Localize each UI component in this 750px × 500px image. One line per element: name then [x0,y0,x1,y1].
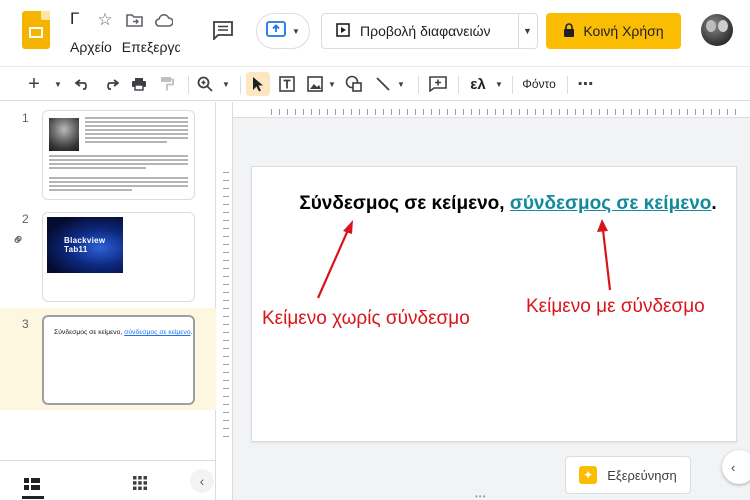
cloud-status-icon[interactable] [154,10,174,30]
menu-bar: Αρχείο Επεξεργασία [70,39,180,55]
chevron-left-icon: ‹ [199,473,205,489]
thumbnail-text-link: σύνδεσμος σε κείμενο [124,329,191,336]
toolbar-divider [458,76,459,94]
thumbnail-text-plain: Σύνδεσμος σε κείμενο, [54,329,125,336]
thumbnail-caption: Blackview Tab11 [64,236,106,254]
avatar[interactable] [701,14,733,46]
chevron-down-icon[interactable]: ▼ [396,72,406,96]
thumbnail-text-block [49,177,188,193]
header: Γ ☆ Αρχείο Επεξεργασία ▼ Προβολή διαφανε… [0,0,750,64]
undo-icon[interactable] [73,72,93,96]
slide-thumbnail-selected[interactable]: Σύνδεσμος σε κείμενο, σύνδεσμος σε κείμε… [42,315,195,405]
thumbnail-text-end: . [190,329,193,336]
zoom-icon[interactable] [195,72,215,96]
chevron-down-icon[interactable]: ▼ [53,72,63,96]
chevron-down-icon[interactable]: ▼ [494,72,504,96]
thumbnail-text: Σύνδεσμος σε κείμενο, σύνδεσμος σε κείμε… [54,329,192,336]
active-view-indicator [22,496,44,499]
toolbar-divider [240,76,241,94]
collapse-panel-button[interactable]: ‹ [190,469,214,493]
toolbar-divider [418,76,419,94]
star-icon[interactable]: ☆ [95,10,115,30]
lock-icon [563,22,575,40]
redo-icon[interactable] [101,72,121,96]
filmstrip-slide-1[interactable]: 1 [0,102,216,202]
slideshow-button[interactable]: Προβολή διαφανειών [321,13,519,49]
thumbnail-text-block [49,155,188,171]
more-icon[interactable]: ⋯ [574,72,598,96]
present-icon [266,20,286,42]
menu-file[interactable]: Αρχείο [70,39,112,55]
print-icon[interactable] [129,72,149,96]
explore-label: Εξερεύνηση [607,467,677,483]
plus-icon[interactable]: + [26,72,42,96]
filmstrip-slide-2[interactable]: 2 Blackview Tab11 [0,202,216,306]
chevron-down-icon[interactable]: ▼ [327,72,337,96]
text-box-icon[interactable] [277,72,297,96]
slideshow-label: Προβολή διαφανειών [360,23,491,39]
editor-canvas: Σύνδεσμος σε κείμενο, σύνδεσμος σε κείμε… [217,102,750,500]
arrow-left [316,229,350,299]
arrowhead-right [597,219,608,232]
slide-thumbnail[interactable] [42,110,195,200]
background-button[interactable]: Φόντο [518,72,560,96]
side-panel-toggle[interactable]: ‹ [722,450,750,484]
play-icon [336,22,350,40]
paint-format-icon[interactable] [157,72,177,96]
horizontal-ruler [233,102,750,118]
chevron-down-icon: ▼ [292,26,300,36]
filmstrip-panel: 1 2 Blackview Tab11 ⚭ 3 Σύνδεσμος σε κεί… [0,102,216,500]
chevron-down-icon[interactable]: ▼ [221,72,231,96]
chevron-left-icon: ‹ [731,459,736,475]
slide-number: 2 [22,212,29,226]
thumbnail-photo: Blackview Tab11 [47,217,123,273]
shape-icon[interactable] [344,72,364,96]
move-folder-icon[interactable] [124,10,144,30]
resize-handle[interactable]: ••• [475,492,486,500]
document-title[interactable]: Γ [70,9,79,29]
list-view-icon[interactable] [24,477,40,490]
filmstrip-slide-3[interactable]: 3 Σύνδεσμος σε κείμενο, σύνδεσμος σε κεί… [0,308,216,410]
menu-edit[interactable]: Επεξεργασία [122,39,180,55]
arrow-right [601,229,612,291]
arrowhead-left [343,220,353,234]
explore-icon: ✦ [579,466,598,484]
toolbar-divider [188,76,189,94]
thumbnail-photo [49,118,79,151]
vertical-ruler [217,102,233,500]
share-label: Κοινή Χρήση [583,23,664,39]
present-mode-button[interactable]: ▼ [256,13,310,49]
slide-number: 1 [22,111,29,125]
thumbnail-text-block [85,117,188,145]
comment-icon[interactable] [212,20,234,42]
share-button[interactable]: Κοινή Χρήση [546,13,681,49]
image-icon[interactable] [305,72,325,96]
line-icon[interactable] [373,72,393,96]
slideshow-dropdown[interactable]: ▼ [518,13,538,49]
select-icon[interactable] [246,72,270,96]
filmstrip-footer: ‹ [0,460,216,500]
toolbar: + ▼ ▼ ▼ ▼ ελ ▼ Φόντο ⋯ [0,66,750,101]
toolbar-divider [512,76,513,94]
slide-number: 3 [22,317,29,331]
slide-canvas[interactable]: Σύνδεσμος σε κείμενο, σύνδεσμος σε κείμε… [251,166,737,442]
slide-thumbnail[interactable]: Blackview Tab11 [42,212,195,302]
explore-button[interactable]: ✦ Εξερεύνηση [565,456,691,494]
slides-logo[interactable] [22,11,50,49]
add-comment-icon[interactable] [428,72,448,96]
annotation-with-link: Κείμενο με σύνδεσμο [526,296,705,317]
toolbar-divider [567,76,568,94]
annotation-no-link: Κείμενο χωρίς σύνδεσμο [262,308,470,329]
input-tools-button[interactable]: ελ [466,72,490,96]
grid-view-icon[interactable] [133,476,147,490]
chevron-down-icon: ▼ [523,26,532,36]
